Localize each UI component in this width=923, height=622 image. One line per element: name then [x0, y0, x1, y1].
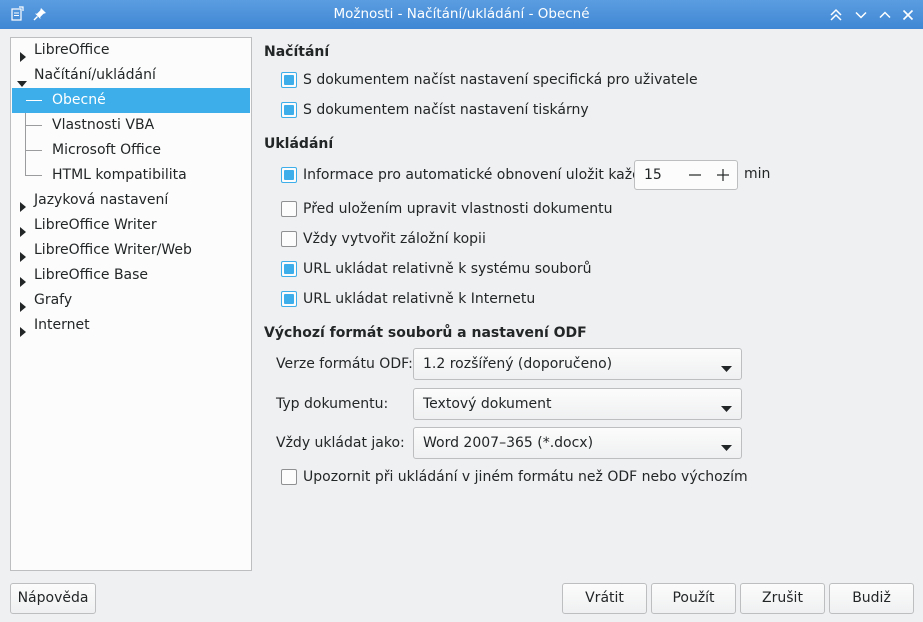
checkbox-checked[interactable]: [281, 102, 297, 118]
tree-item-html-compatibility[interactable]: HTML kompatibilita: [12, 163, 250, 188]
autorecovery-checkbox[interactable]: Informace pro automatické obnovení uloži…: [281, 164, 671, 186]
checkbox-label: Před uložením upravit vlastnosti dokumen…: [303, 201, 613, 217]
save-heading: Ukládání: [264, 136, 334, 152]
load-printer-settings-checkbox[interactable]: S dokumentem načíst nastavení tiskárny: [281, 99, 589, 121]
tree-item-internet[interactable]: Internet: [12, 313, 250, 338]
minimize-icon[interactable]: [851, 5, 870, 24]
tree-branch-line: [26, 100, 42, 101]
tree-item-language-settings[interactable]: Jazyková nastavení: [12, 188, 250, 213]
tree-item-writer-web[interactable]: LibreOffice Writer/Web: [12, 238, 250, 263]
maximize-icon[interactable]: [875, 5, 894, 24]
odf-version-label: Verze formátu ODF:: [276, 356, 413, 372]
dropdown-arrow-icon[interactable]: [721, 440, 732, 456]
help-button[interactable]: Nápověda: [10, 583, 96, 614]
tree-item-label: Vlastnosti VBA: [52, 117, 155, 133]
checkbox-unchecked[interactable]: [281, 201, 297, 217]
always-save-as-label: Vždy ukládat jako:: [276, 435, 405, 451]
minutes-unit-label: min: [744, 166, 771, 182]
tree-branch-line: [26, 125, 42, 126]
checkbox-unchecked[interactable]: [281, 231, 297, 247]
close-icon[interactable]: [898, 5, 917, 24]
always-save-as-value: Word 2007–365 (*.docx): [423, 435, 594, 451]
checkbox-unchecked[interactable]: [281, 469, 297, 485]
tree-item-label: LibreOffice Writer: [34, 217, 157, 233]
tree-item-vba-properties[interactable]: Vlastnosti VBA: [12, 113, 250, 138]
keep-above-icon[interactable]: [826, 5, 845, 24]
dropdown-arrow-icon[interactable]: [721, 401, 732, 417]
tree-branch-line: [26, 150, 42, 151]
checkbox-label: Vždy vytvořit záložní kopii: [303, 231, 486, 247]
expand-arrow-icon[interactable]: [19, 321, 27, 346]
load-heading: Načítání: [264, 44, 330, 60]
odf-version-select[interactable]: 1.2 rozšířený (doporučeno): [413, 348, 742, 380]
always-save-as-select[interactable]: Word 2007–365 (*.docx): [413, 427, 742, 459]
decrement-icon[interactable]: [688, 168, 702, 182]
apply-button[interactable]: Použít: [651, 583, 736, 614]
checkbox-label: Upozornit při ukládání v jiném formátu n…: [303, 469, 748, 485]
window-title: Možnosti - Načítání/ukládání - Obecné: [333, 6, 590, 22]
options-tree[interactable]: LibreOffice Načítání/ukládání Obecné Vla…: [10, 37, 252, 571]
checkbox-label: Informace pro automatické obnovení uloži…: [303, 167, 671, 183]
tree-item-label: Microsoft Office: [52, 142, 162, 158]
tree-item-microsoft-office[interactable]: Microsoft Office: [12, 138, 250, 163]
increment-icon[interactable]: [716, 168, 730, 182]
tree-item-label: Načítání/ukládání: [34, 67, 156, 83]
autorecovery-minutes-value[interactable]: 15: [644, 161, 662, 189]
tree-item-label: LibreOffice Writer/Web: [34, 242, 192, 258]
tree-item-load-save[interactable]: Načítání/ukládání: [12, 63, 250, 88]
checkbox-label: URL ukládat relativně k systému souborů: [303, 261, 592, 277]
tree-item-label: Internet: [34, 317, 90, 333]
checkbox-checked[interactable]: [281, 167, 297, 183]
tree-item-charts[interactable]: Grafy: [12, 288, 250, 313]
checkbox-checked[interactable]: [281, 261, 297, 277]
load-user-settings-checkbox[interactable]: S dokumentem načíst nastavení specifická…: [281, 69, 698, 91]
tree-item-libreoffice[interactable]: LibreOffice: [12, 38, 250, 63]
title-bar[interactable]: Možnosti - Načítání/ukládání - Obecné: [0, 0, 923, 29]
edit-properties-checkbox[interactable]: Před uložením upravit vlastnosti dokumen…: [281, 198, 613, 220]
tree-item-general[interactable]: Obecné: [12, 88, 250, 113]
ok-button[interactable]: Budiž: [829, 583, 914, 614]
backup-copy-checkbox[interactable]: Vždy vytvořit záložní kopii: [281, 228, 486, 250]
checkbox-label: URL ukládat relativně k Internetu: [303, 291, 536, 307]
odf-heading: Výchozí formát souborů a nastavení ODF: [264, 325, 587, 341]
tree-item-writer[interactable]: LibreOffice Writer: [12, 213, 250, 238]
document-type-label: Typ dokumentu:: [276, 396, 389, 412]
tree-item-base[interactable]: LibreOffice Base: [12, 263, 250, 288]
tree-item-label: Grafy: [34, 292, 73, 308]
cancel-button[interactable]: Zrušit: [740, 583, 825, 614]
checkbox-checked[interactable]: [281, 72, 297, 88]
warn-non-odf-checkbox[interactable]: Upozornit při ukládání v jiném formátu n…: [281, 466, 748, 488]
checkbox-label: S dokumentem načíst nastavení specifická…: [303, 72, 698, 88]
tree-item-label: LibreOffice: [34, 42, 110, 58]
tree-item-label: LibreOffice Base: [34, 267, 149, 283]
dropdown-arrow-icon[interactable]: [721, 361, 732, 377]
tree-item-label: Obecné: [52, 92, 106, 108]
odf-version-value: 1.2 rozšířený (doporučeno): [423, 356, 613, 372]
reset-button[interactable]: Vrátit: [562, 583, 647, 614]
tree-item-label: HTML kompatibilita: [52, 167, 187, 183]
document-type-value: Textový dokument: [423, 396, 552, 412]
autorecovery-minutes-stepper[interactable]: 15: [634, 160, 738, 190]
checkbox-label: S dokumentem načíst nastavení tiskárny: [303, 102, 589, 118]
url-internet-checkbox[interactable]: URL ukládat relativně k Internetu: [281, 288, 535, 310]
document-type-select[interactable]: Textový dokument: [413, 388, 742, 420]
url-filesystem-checkbox[interactable]: URL ukládat relativně k systému souborů: [281, 258, 592, 280]
tree-branch-line: [26, 175, 42, 176]
tree-item-label: Jazyková nastavení: [34, 192, 169, 208]
checkbox-checked[interactable]: [281, 291, 297, 307]
